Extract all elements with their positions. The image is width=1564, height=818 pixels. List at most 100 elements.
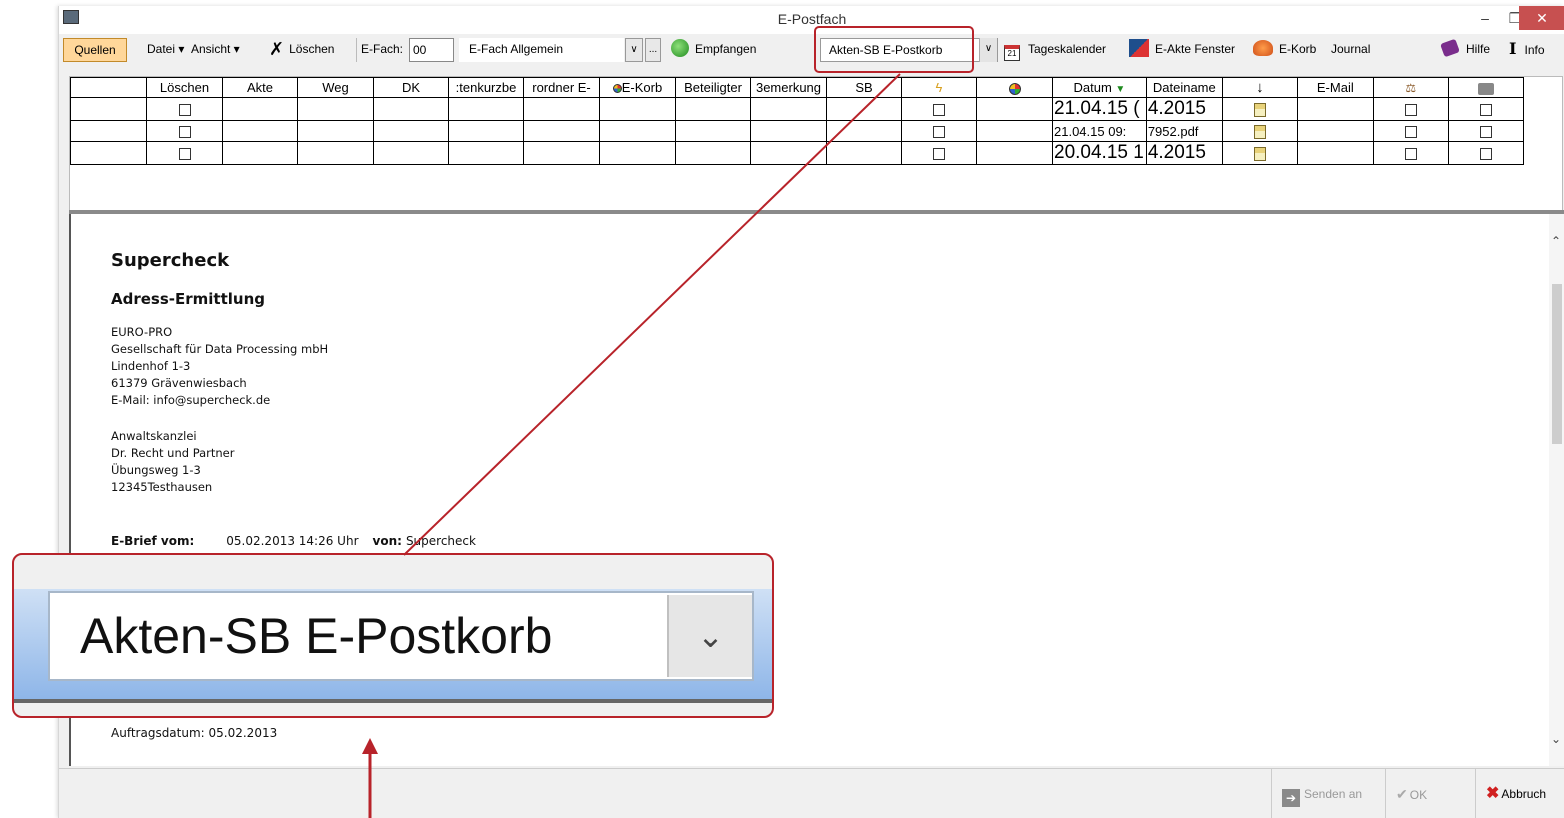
ok-button[interactable]: ✔ OK	[1385, 769, 1475, 818]
table-row[interactable]: 20.04.15 1 4.2015	[70, 141, 1524, 165]
col-sb[interactable]: SB	[826, 77, 902, 98]
cell-datum: 20.04.15 1	[1052, 141, 1147, 165]
col-email[interactable]: E-Mail	[1296, 77, 1374, 98]
cell-direction	[1221, 120, 1298, 142]
col-beteiligter[interactable]: Beteiligter	[675, 77, 751, 98]
ekorb-button[interactable]: E-Korb	[1253, 38, 1316, 62]
row-select[interactable]	[70, 141, 147, 165]
tageskalender-button[interactable]: 21 Tageskalender	[1004, 38, 1106, 62]
cell-weg	[297, 120, 374, 142]
delete-checkbox[interactable]	[178, 126, 191, 139]
scale-checkbox-cell[interactable]	[1372, 97, 1449, 121]
row-select[interactable]	[70, 120, 147, 142]
zoom-callout: Akten-SB E-Postkorb ⌄	[12, 553, 774, 718]
efach-dropdown-button[interactable]: ∨	[625, 38, 643, 62]
efach-browse-button[interactable]: ...	[645, 38, 661, 62]
col-dateiname[interactable]: Dateiname	[1145, 77, 1223, 98]
cell-aktenkurzbez	[448, 97, 524, 121]
scale-checkbox[interactable]	[1404, 148, 1417, 161]
ansicht-menu[interactable]: Ansicht ▾	[191, 38, 240, 62]
cell-sb	[826, 120, 902, 142]
delete-checkbox[interactable]	[178, 104, 191, 117]
close-button[interactable]: ✕	[1519, 6, 1564, 30]
scale-checkbox-cell[interactable]	[1372, 141, 1449, 165]
ekorb-icon	[1253, 40, 1273, 56]
delete-checkbox[interactable]	[178, 148, 191, 161]
col-status[interactable]	[976, 77, 1053, 98]
col-direction[interactable]: ↓	[1221, 77, 1298, 98]
col-datum[interactable]: Datum ▼	[1052, 77, 1147, 98]
abbruch-button[interactable]: ✖ Abbruch	[1475, 769, 1564, 818]
table-row[interactable]: 21.04.15 ( 4.2015	[70, 97, 1524, 121]
print-checkbox-cell[interactable]	[1447, 141, 1524, 165]
print-checkbox[interactable]	[1479, 104, 1492, 117]
col-loeschen[interactable]: Löschen	[146, 77, 223, 98]
preview-scrollbar[interactable]: ⌃ ⌄	[1549, 214, 1564, 766]
eakte-icon	[1129, 39, 1149, 57]
col-select[interactable]	[70, 77, 147, 98]
scale-checkbox[interactable]	[1404, 104, 1417, 117]
cell-dk	[373, 97, 449, 121]
cell-aktenkurzbez	[448, 120, 524, 142]
quellen-button[interactable]: Quellen	[63, 38, 127, 62]
print-checkbox[interactable]	[1479, 126, 1492, 139]
hilfe-button[interactable]: Hilfe	[1440, 38, 1491, 62]
scale-checkbox[interactable]	[1404, 126, 1417, 139]
cell-unterordner	[523, 120, 600, 142]
col-ekorb-label: E-Korb	[621, 80, 663, 95]
senden-an-button[interactable]: ➔ Senden an	[1271, 769, 1385, 818]
tageskalender-label: Tageskalender	[1028, 42, 1107, 56]
zoom-divider	[14, 699, 772, 703]
info-button[interactable]: I Info	[1509, 38, 1545, 62]
minimize-button[interactable]: –	[1469, 6, 1501, 30]
efach-label: E-Fach:	[356, 38, 403, 62]
loeschen-button[interactable]: ✗ Löschen	[269, 38, 334, 62]
priority-checkbox-cell[interactable]	[901, 97, 977, 121]
row-select[interactable]	[70, 97, 147, 121]
col-akte[interactable]: Akte	[222, 77, 298, 98]
col-ekorb[interactable]: E-Korb	[599, 77, 676, 98]
print-checkbox[interactable]	[1479, 148, 1492, 161]
von-value: Supercheck	[405, 534, 476, 548]
col-print[interactable]	[1447, 77, 1524, 98]
priority-checkbox[interactable]	[933, 148, 945, 161]
cell-datum: 21.04.15 09:	[1052, 120, 1147, 142]
col-priority[interactable]: ϟ	[901, 77, 977, 98]
eakte-fenster-button[interactable]: E-Akte Fenster	[1129, 38, 1235, 62]
cell-status	[976, 120, 1053, 142]
empfangen-button[interactable]: Empfangen	[671, 38, 756, 62]
scroll-up-icon[interactable]: ⌃	[1551, 234, 1561, 248]
refresh-icon	[671, 39, 689, 57]
scale-icon: ⚖	[1405, 81, 1417, 95]
priority-checkbox[interactable]	[933, 126, 945, 139]
datei-menu[interactable]: Datei ▾	[147, 38, 184, 62]
col-aktenkurzbez[interactable]: :tenkurzbe	[448, 77, 524, 98]
scroll-down-icon[interactable]: ⌄	[1551, 732, 1561, 746]
scale-checkbox-cell[interactable]	[1372, 120, 1449, 142]
journal-button[interactable]: Journal	[1331, 38, 1370, 62]
delete-checkbox-cell[interactable]	[146, 97, 223, 121]
postkorb-dropdown-button[interactable]: ∨	[979, 38, 997, 62]
col-bemerkung[interactable]: 3emerkung	[750, 77, 827, 98]
delete-checkbox-cell[interactable]	[146, 120, 223, 142]
col-weg[interactable]: Weg	[297, 77, 374, 98]
efach-number-input[interactable]: 00	[409, 38, 454, 62]
print-checkbox-cell[interactable]	[1447, 97, 1524, 121]
zoom-chevron-down-icon: ⌄	[667, 595, 752, 677]
priority-checkbox-cell[interactable]	[901, 141, 977, 165]
message-table: Löschen Akte Weg DK :tenkurzbe rordner E…	[70, 77, 1524, 165]
priority-checkbox-cell[interactable]	[901, 120, 977, 142]
cell-ekorb	[599, 120, 676, 142]
col-scale[interactable]: ⚖	[1372, 77, 1449, 98]
col-unterordner[interactable]: rordner E-	[523, 77, 600, 98]
cell-dateiname: 4.2015	[1145, 97, 1223, 121]
delete-checkbox-cell[interactable]	[146, 141, 223, 165]
recipient-line: 12345Testhausen	[111, 480, 213, 494]
scroll-thumb[interactable]	[1552, 284, 1562, 444]
hilfe-label: Hilfe	[1466, 42, 1491, 56]
cell-sb	[826, 97, 902, 121]
print-checkbox-cell[interactable]	[1447, 120, 1524, 142]
table-row[interactable]: 21.04.15 09: 7952.pdf	[70, 120, 1524, 142]
col-dk[interactable]: DK	[373, 77, 449, 98]
priority-checkbox[interactable]	[933, 104, 945, 117]
